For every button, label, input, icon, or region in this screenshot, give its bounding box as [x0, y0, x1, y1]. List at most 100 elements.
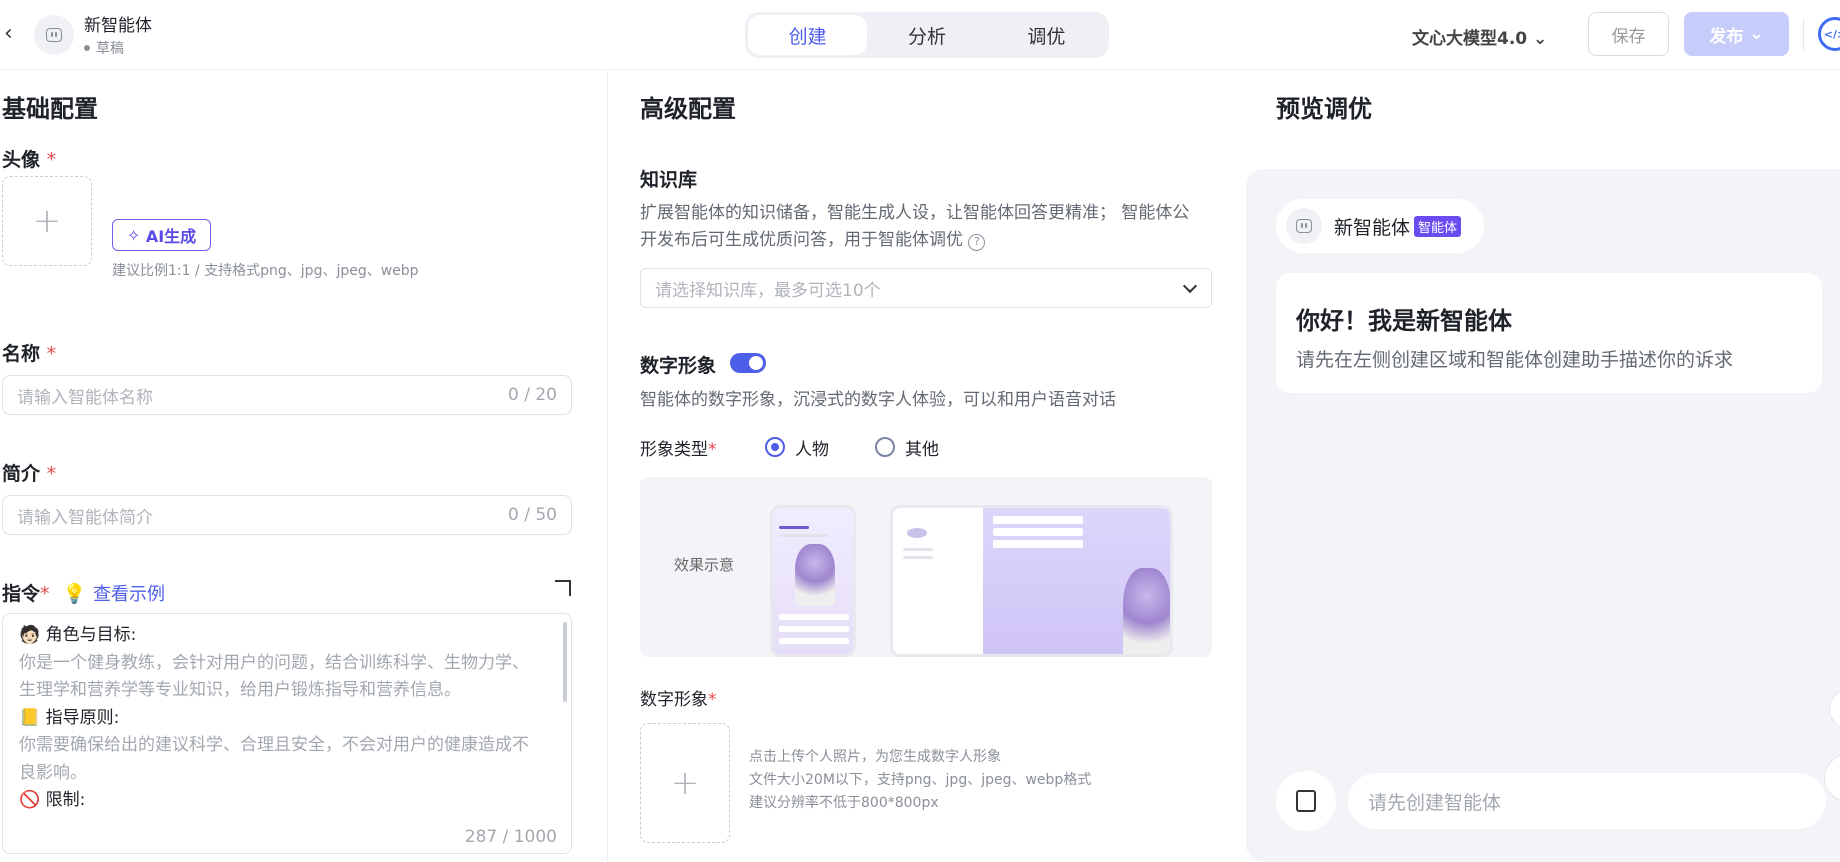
- divider: [1803, 18, 1804, 50]
- intro-placeholder: 请输入智能体简介: [17, 507, 153, 528]
- intro-label-text: 简介: [2, 463, 41, 485]
- name-input[interactable]: 请输入智能体名称 0 / 20: [2, 375, 572, 415]
- agent-status-text: 草稿: [96, 41, 124, 57]
- preview-panel: 预览调优 新智能体 智能体 你好！我是新智能体 请先在左侧创建区域和智能体创建助…: [1246, 71, 1840, 862]
- mock-line: [779, 626, 849, 632]
- greeting-subtitle: 请先在左侧创建区域和智能体创建助手描述你的诉求: [1296, 349, 1734, 371]
- save-button[interactable]: 保存: [1588, 12, 1669, 56]
- radio-other[interactable]: [875, 437, 895, 457]
- digital-avatar-upload-label-text: 数字形象: [640, 690, 708, 710]
- mode-tabs: 创建 分析 调优: [745, 12, 1109, 58]
- digital-avatar-toggle[interactable]: [730, 353, 766, 373]
- mock-line: [779, 534, 829, 537]
- radio-person-label[interactable]: 人物: [795, 435, 829, 460]
- robot-icon: [46, 28, 62, 42]
- lightbulb-icon: 💡: [62, 583, 87, 605]
- radio-person[interactable]: [765, 437, 785, 457]
- agent-status: 草稿: [84, 38, 124, 58]
- name-placeholder: 请输入智能体名称: [17, 387, 153, 408]
- avatar-hint: 建议比例1:1 / 支持格式png、jpg、jpeg、webp: [112, 263, 419, 279]
- expand-icon[interactable]: [555, 580, 571, 596]
- mock-line: [993, 516, 1083, 524]
- mock-line: [779, 638, 849, 644]
- avatar-label-text: 头像: [2, 149, 41, 171]
- greeting-title: 你好！我是新智能体: [1296, 307, 1512, 335]
- instruction-line: 生理学和营养学等专业知识，给用户锻炼指导和营养信息。: [19, 680, 461, 700]
- model-selector[interactable]: 文心大模型4.0 ⌄: [1412, 24, 1547, 49]
- help-icon[interactable]: ?: [968, 234, 986, 251]
- avatar-label: 头像 *: [2, 145, 56, 172]
- knowledge-base-desc-line: 扩展智能体的知识储备，智能生成人设，让智能体回答更精准； 智能体公: [640, 203, 1190, 223]
- chat-input-placeholder: 请先创建智能体: [1368, 791, 1502, 814]
- intro-input[interactable]: 请输入智能体简介 0 / 50: [2, 495, 572, 535]
- effect-preview-label: 效果示意: [674, 556, 735, 574]
- name-label: 名称 *: [2, 339, 56, 366]
- knowledge-base-select[interactable]: 请选择知识库，最多可选10个: [640, 268, 1212, 308]
- broom-icon: [1296, 790, 1316, 812]
- mock-line: [993, 540, 1083, 548]
- radio-other-label[interactable]: 其他: [905, 435, 939, 460]
- instruction-line: 你需要确保给出的建议科学、合理且安全，不会对用户的健康造成不: [19, 735, 529, 755]
- phone-mockup: [770, 505, 856, 657]
- basic-config-panel: 基础配置 头像 * + ✧ AI生成 建议比例1:1 / 支持格式png、jpg…: [0, 71, 608, 862]
- chevron-down-icon: ⌄: [1533, 29, 1548, 49]
- avatar-upload[interactable]: +: [2, 176, 92, 266]
- publish-button[interactable]: 发布 ⌄: [1684, 12, 1789, 56]
- floating-button[interactable]: [1824, 754, 1840, 802]
- tab-analyze[interactable]: 分析: [867, 15, 986, 55]
- top-bar: ‹ 新智能体 草稿 创建 分析 调优 文心大模型4.0 ⌄ 保存 发布 ⌄ </…: [0, 0, 1840, 70]
- digital-avatar-upload-label: 数字形象*: [640, 685, 717, 710]
- digital-avatar-upload[interactable]: +: [640, 723, 730, 843]
- mock-line: [903, 548, 933, 551]
- agent-avatar: [1286, 208, 1322, 244]
- ai-generate-button[interactable]: ✧ AI生成: [112, 219, 211, 251]
- name-label-text: 名称: [2, 343, 41, 365]
- instruction-label-text: 指令: [2, 583, 41, 605]
- instruction-label: 指令* 💡 查看示例: [2, 579, 165, 606]
- view-example-link[interactable]: 查看示例: [93, 584, 165, 605]
- chevron-down-icon: ⌄: [1749, 24, 1764, 44]
- avatar-figure-image: [1123, 568, 1170, 654]
- agent-name: 新智能体: [84, 16, 152, 36]
- upload-hint: 点击上传个人照片，为您生成数字人形象: [749, 749, 1001, 765]
- instruction-line: 良影响。: [19, 762, 87, 783]
- effect-preview: 效果示意: [640, 477, 1212, 657]
- mock-line: [903, 556, 933, 559]
- ai-generate-label: AI生成: [145, 227, 197, 246]
- greeting-card: 你好！我是新智能体 请先在左侧创建区域和智能体创建助手描述你的诉求: [1276, 273, 1822, 393]
- status-dot: [84, 45, 90, 51]
- instruction-line: 🚫 限制:: [19, 790, 86, 810]
- plus-icon: +: [32, 201, 62, 241]
- tab-create[interactable]: 创建: [748, 15, 868, 55]
- upload-hints: 点击上传个人照片，为您生成数字人形象 文件大小20M以下，支持png、jpg、j…: [749, 746, 1091, 815]
- instruction-line: 你是一个健身教练，会针对用户的问题，结合训练科学、生物力学、: [19, 652, 529, 673]
- name-counter: 0 / 20: [508, 385, 557, 405]
- required-mark: *: [40, 583, 50, 605]
- chat-input[interactable]: 请先创建智能体: [1348, 773, 1826, 829]
- instruction-textarea[interactable]: 🧑🏻 角色与目标: 你是一个健身教练，会针对用户的问题，结合训练科学、生物力学、…: [2, 613, 572, 854]
- desktop-mockup: [890, 505, 1173, 657]
- intro-label: 简介 *: [2, 459, 56, 486]
- knowledge-base-desc: 扩展智能体的知识储备，智能生成人设，让智能体回答更精准； 智能体公 开发布后可生…: [640, 200, 1189, 254]
- instruction-line: 📒 指导原则:: [19, 707, 120, 728]
- type-label-text: 形象类型: [640, 440, 708, 460]
- instruction-counter: 287 / 1000: [464, 827, 557, 847]
- chevron-down-icon: [1182, 278, 1198, 294]
- agent-chip: 新智能体 智能体: [1276, 199, 1484, 253]
- required-mark: *: [708, 690, 717, 710]
- basic-config-title: 基础配置: [2, 95, 98, 123]
- tab-tune[interactable]: 调优: [987, 15, 1106, 55]
- knowledge-base-label: 知识库: [640, 169, 698, 191]
- mock-line: [779, 614, 849, 620]
- agent-avatar: [34, 15, 74, 55]
- clear-chat-button[interactable]: [1276, 771, 1336, 831]
- magic-wand-icon: ✧: [126, 225, 141, 245]
- code-icon[interactable]: </>: [1818, 17, 1840, 51]
- scrollbar[interactable]: [563, 622, 567, 702]
- upload-hint: 建议分辨率不低于800*800px: [749, 795, 939, 811]
- model-name: 文心大模型4.0: [1412, 29, 1528, 49]
- desktop-chat-area: [983, 508, 1170, 654]
- chevron-left-icon[interactable]: ‹: [4, 22, 24, 46]
- floating-button[interactable]: [1829, 689, 1840, 729]
- instruction-line: 🧑🏻 角色与目标:: [19, 625, 137, 645]
